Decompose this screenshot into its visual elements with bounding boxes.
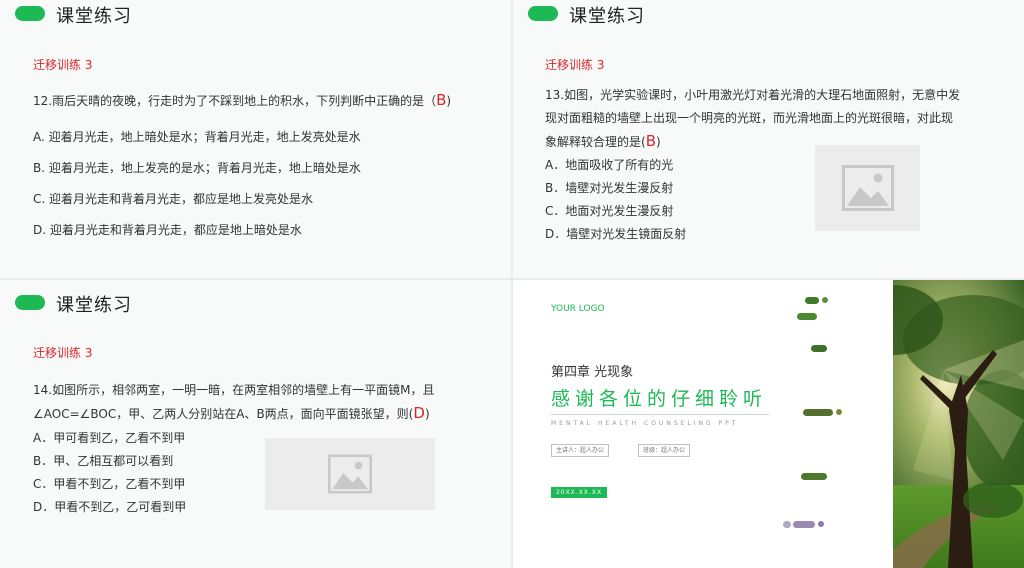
answer-letter: D: [413, 404, 425, 422]
answer-close: ): [424, 407, 430, 421]
option-c: C．地面对光发生漫反射: [545, 204, 674, 218]
image-placeholder: [265, 438, 435, 510]
logo-text: YOUR LOGO: [551, 304, 605, 314]
question-line-1: 13.如图，光学实验课时，小叶用激光灯对着光滑的大理石地面照射，无意中发: [545, 88, 961, 102]
question-line-3: 象解释较合理的是(B): [545, 129, 661, 154]
question-line: 12.雨后天晴的夜晚，行走时为了不踩到地上的积水，下列判断中正确的是（: [33, 94, 437, 108]
question-line-1: 14.如图所示，相邻两室，一明一暗，在两室相邻的墙壁上有一平面镜M，且: [33, 383, 435, 397]
green-pill-icon: [528, 6, 558, 21]
answer-letter: B: [645, 132, 656, 150]
slide-subtitle: 迁移训练 3: [545, 58, 605, 72]
option-a: A. 迎着月光走，地上暗处是水；背着月光走，地上发亮处是水: [33, 130, 361, 144]
option-b: B．墙壁对光发生漫反射: [545, 181, 674, 195]
option-c: C. 迎着月光走和背着月光走，都应是地上发亮处是水: [33, 192, 314, 206]
slide-14[interactable]: 课堂练习 迁移训练 3 14.如图所示，相邻两室，一明一暗，在两室相邻的墙壁上有…: [0, 280, 511, 568]
option-d: D．墙壁对光发生镜面反射: [545, 227, 687, 241]
question-line: ∠AOC=∠BOC，甲、乙两人分别站在A、B两点，面向平面镜张望，则(: [33, 407, 414, 421]
answer-close: ): [446, 94, 452, 108]
date-badge: 20XX.XX.XX: [551, 487, 607, 498]
slide-title: 课堂练习: [569, 6, 645, 27]
answer-letter: B: [436, 91, 447, 109]
option-c: C．甲看不到乙，乙看不到甲: [33, 477, 186, 491]
slide-12[interactable]: 课堂练习 迁移训练 3 12.雨后天晴的夜晚，行走时为了不踩到地上的积水，下列判…: [0, 0, 511, 278]
divider: [551, 414, 769, 415]
option-a: A．地面吸收了所有的光: [545, 158, 674, 172]
class-box: 班级：超人办公: [638, 444, 691, 457]
slide-subtitle: 迁移训练 3: [33, 346, 93, 360]
green-pill-icon: [15, 6, 45, 21]
slide-subtitle: 迁移训练 3: [33, 58, 93, 72]
thanks-heading: 感谢各位的仔细聆听: [551, 388, 768, 410]
image-placeholder-icon: [841, 165, 894, 211]
english-subtitle: MENTAL HEALTH COUNSELING PPT: [551, 420, 739, 427]
question-text: 12.雨后天晴的夜晚，行走时为了不踩到地上的积水，下列判断中正确的是（B): [33, 88, 451, 113]
option-d: D．甲看不到乙，乙可看到甲: [33, 500, 187, 514]
answer-close: ): [655, 135, 661, 149]
chapter-title: 第四章 光现象: [551, 365, 634, 380]
decorative-comb: [783, 280, 893, 568]
slide-13[interactable]: 课堂练习 迁移训练 3 13.如图，光学实验课时，小叶用激光灯对着光滑的大理石地…: [513, 0, 1024, 278]
slide-title: 课堂练习: [56, 6, 132, 27]
question-line: 象解释较合理的是(: [545, 135, 646, 149]
green-pill-icon: [15, 295, 45, 310]
option-a: A．甲可看到乙，乙看不到甲: [33, 431, 186, 445]
option-b: B. 迎着月光走，地上发亮的是水；背着月光走，地上暗处是水: [33, 161, 361, 175]
slide-title: 课堂练习: [56, 295, 132, 316]
question-line-2: 现对面粗糙的墙壁上出现一个明亮的光斑，而光滑地面上的光斑很暗，对此现: [545, 111, 954, 125]
question-line-2: ∠AOC=∠BOC，甲、乙两人分别站在A、B两点，面向平面镜张望，则(D): [33, 401, 430, 426]
image-placeholder-icon: [328, 454, 372, 494]
image-placeholder: [815, 145, 920, 231]
option-b: B．甲、乙相互都可以看到: [33, 454, 174, 468]
slide-thanks[interactable]: YOUR LOGO 第四章 光现象 感谢各位的仔细聆听 MENTAL HEALT…: [513, 280, 1024, 568]
speaker-box: 主讲人：超人办公: [551, 444, 610, 457]
option-d: D. 迎着月光走和背着月光走，都应是地上暗处是水: [33, 223, 302, 237]
